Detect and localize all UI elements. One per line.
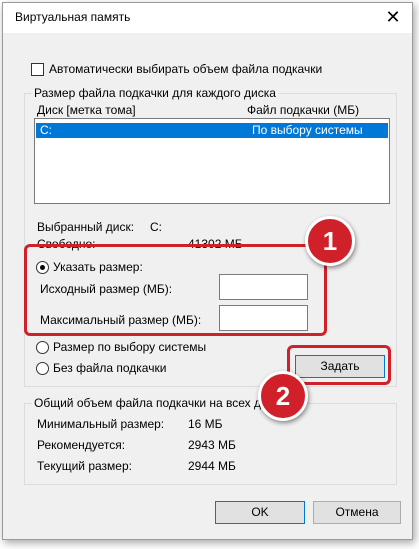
per-drive-group-title: Размер файла подкачки для каждого диска: [32, 86, 278, 100]
auto-manage-checkbox[interactable]: [31, 63, 44, 76]
auto-manage-label[interactable]: Автоматически выбирать объем файла подка…: [49, 62, 322, 76]
current-size-value: 2944 МБ: [188, 459, 236, 473]
no-paging-file-label[interactable]: Без файла подкачки: [53, 361, 166, 375]
highlight-frame-custom-size: [24, 244, 327, 336]
window-title: Виртуальная память: [15, 10, 131, 24]
system-size-label[interactable]: Размер по выбору системы: [53, 340, 206, 354]
paging-file-column-header: Файл подкачки (МБ): [247, 103, 360, 117]
totals-group-title: Общий объем файла подкачки на всех диска…: [32, 396, 262, 410]
drive-cell: C:: [40, 123, 52, 137]
system-size-radio[interactable]: [36, 341, 49, 354]
step-2-badge: 2: [258, 371, 308, 421]
step-1-badge: 1: [305, 216, 355, 266]
paging-file-cell: По выбору системы: [252, 123, 363, 137]
cancel-button[interactable]: Отмена: [313, 501, 401, 524]
min-size-label: Минимальный размер:: [37, 417, 165, 431]
ok-button[interactable]: OK: [215, 501, 305, 524]
min-size-value: 16 МБ: [188, 417, 223, 431]
recommended-value: 2943 МБ: [188, 438, 236, 452]
recommended-label: Рекомендуется:: [37, 438, 126, 452]
selected-drive-label: Выбранный диск:: [37, 220, 135, 234]
drive-column-header: Диск [метка тома]: [37, 103, 136, 117]
close-icon[interactable]: ✕: [381, 5, 405, 29]
drive-list[interactable]: C: По выбору системы: [34, 118, 390, 204]
no-paging-file-radio[interactable]: [36, 362, 49, 375]
selected-drive-value: C:: [150, 220, 162, 234]
drive-list-row[interactable]: C: По выбору системы: [36, 123, 388, 138]
title-bar: Виртуальная память ✕: [3, 3, 412, 33]
checkbox-box[interactable]: [31, 63, 44, 76]
current-size-label: Текущий размер:: [37, 459, 132, 473]
highlight-frame-set-button: [287, 345, 391, 385]
